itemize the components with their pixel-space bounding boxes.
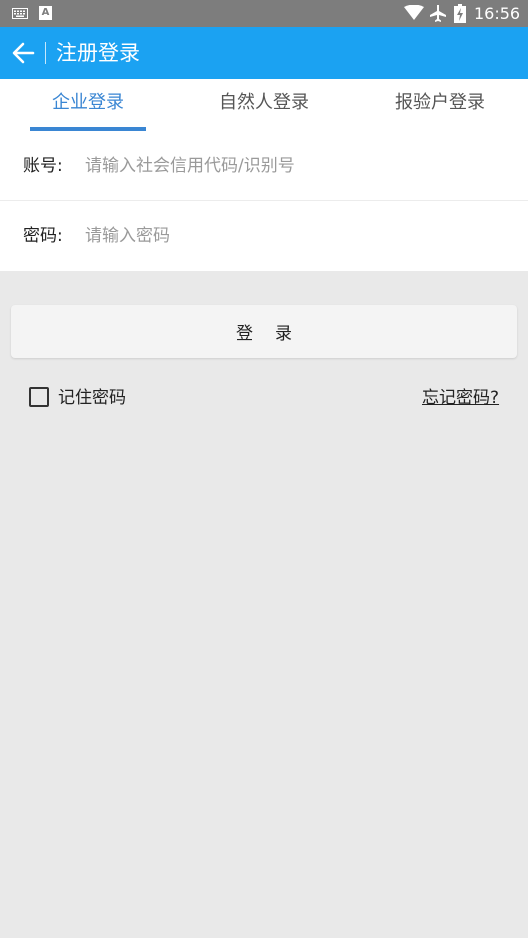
account-row: 账号:	[0, 131, 528, 201]
wifi-icon	[404, 5, 424, 20]
form-row-divider	[0, 200, 528, 201]
tab-inspection-login[interactable]: 报验户登录	[352, 79, 528, 131]
app-bar: 注册登录	[0, 27, 528, 79]
accessibility-a-icon: A	[39, 6, 52, 20]
password-input[interactable]	[85, 219, 505, 253]
status-time: 16:56	[474, 4, 521, 23]
remember-password-checkbox[interactable]	[29, 387, 49, 407]
battery-charging-icon	[454, 4, 466, 23]
tab-individual-login[interactable]: 自然人登录	[176, 79, 352, 131]
password-label: 密码:	[23, 226, 63, 246]
page-title: 注册登录	[56, 41, 140, 65]
airplane-icon	[430, 5, 446, 22]
password-row: 密码:	[0, 201, 528, 271]
account-label: 账号:	[23, 156, 63, 176]
keyboard-icon	[12, 8, 28, 19]
login-tabs: 企业登录 自然人登录 报验户登录	[0, 79, 528, 131]
app-bar-divider	[45, 42, 46, 64]
login-button[interactable]: 登录	[11, 305, 517, 358]
remember-password-label: 记住密码	[58, 388, 126, 408]
account-input[interactable]	[85, 149, 505, 183]
forgot-password-link[interactable]: 忘记密码?	[422, 385, 499, 411]
back-arrow-icon[interactable]	[11, 40, 37, 66]
login-form: 账号: 密码:	[0, 131, 528, 271]
tab-enterprise-login[interactable]: 企业登录	[0, 79, 176, 131]
status-bar: A 16:56	[0, 0, 528, 27]
